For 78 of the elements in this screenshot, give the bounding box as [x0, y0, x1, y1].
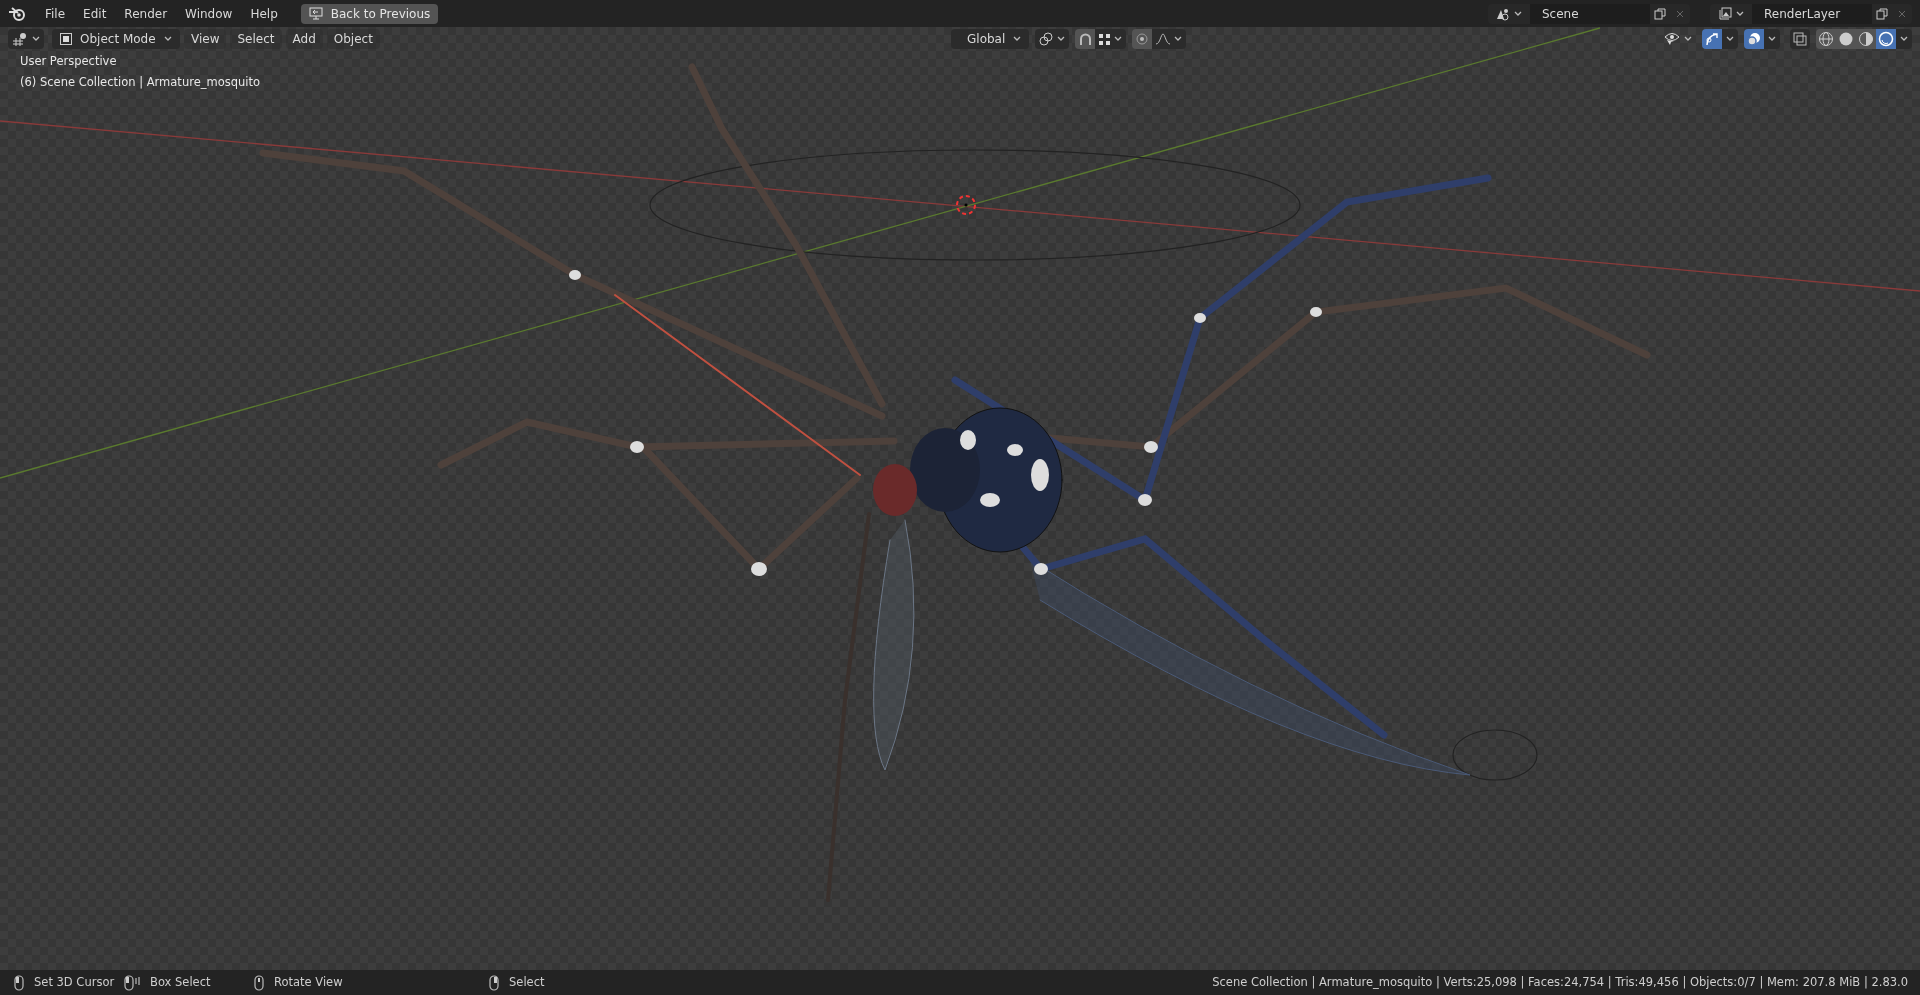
- magnet-icon: [1078, 32, 1092, 46]
- scene-name-field[interactable]: Scene: [1530, 3, 1650, 24]
- eye-icon: [1664, 32, 1680, 46]
- image-stack-icon: [1718, 6, 1732, 21]
- caret-icon: [1900, 36, 1908, 42]
- caret-icon: [1514, 10, 1522, 17]
- caret-icon: [32, 36, 40, 42]
- overlapping-circles-icon: [1747, 32, 1761, 46]
- status-hint-text: Box Select: [150, 973, 211, 991]
- caret-icon: [1057, 36, 1065, 42]
- snap-toggle[interactable]: [1075, 29, 1095, 49]
- viewport-info-text: User Perspective: [20, 53, 117, 70]
- close-icon[interactable]: [1670, 3, 1690, 24]
- overlays-dropdown[interactable]: [1764, 29, 1780, 49]
- close-icon[interactable]: [1892, 3, 1912, 24]
- status-hint-text: Set 3D Cursor: [34, 973, 115, 991]
- mouse-icon: [122, 974, 142, 991]
- back-to-previous-button[interactable]: Back to Previous: [300, 3, 439, 24]
- duplicate-icon[interactable]: [1872, 3, 1892, 24]
- orientation-dropdown[interactable]: Global: [951, 29, 1029, 49]
- viewport-info-text: (6) Scene Collection | Armature_mosquito: [20, 74, 261, 92]
- scene-icon: [1496, 6, 1510, 21]
- shading-mode-button[interactable]: [1856, 29, 1876, 49]
- shading-mode-button[interactable]: [1816, 29, 1836, 49]
- xray-squares-icon: [1793, 32, 1807, 46]
- overlays-toggle[interactable]: [1744, 29, 1764, 49]
- falloff-curve-icon: [1156, 33, 1170, 45]
- editor-type-icon: [12, 32, 28, 46]
- status-hint-text: Rotate View: [274, 973, 343, 991]
- caret-icon: [1736, 10, 1744, 17]
- header-menu-item[interactable]: Add: [285, 29, 323, 49]
- status-hint-text: Select: [509, 973, 545, 991]
- falloff-dropdown[interactable]: [1152, 29, 1186, 49]
- menu-item[interactable]: File: [38, 2, 73, 25]
- shading-sphere-icon: [1818, 31, 1834, 47]
- app-logo-icon[interactable]: [8, 5, 26, 22]
- menu-item[interactable]: Window: [178, 2, 240, 25]
- grid-dots-icon: [1099, 33, 1110, 45]
- proportional-edit-toggle[interactable]: [1132, 29, 1152, 49]
- menu-item[interactable]: Render: [117, 2, 175, 25]
- header-menu-item[interactable]: View: [184, 29, 227, 49]
- 3d-cursor-icon: [955, 194, 977, 216]
- object-mode-icon: [60, 33, 72, 45]
- mouse-icon: [252, 974, 266, 991]
- mouse-icon: [12, 974, 26, 991]
- gizmo-arrow-icon: [1705, 32, 1719, 46]
- menu-item[interactable]: Help: [243, 2, 285, 25]
- caret-icon: [1726, 36, 1734, 42]
- caret-icon: [1013, 36, 1022, 42]
- render-layer-selector[interactable]: [1710, 3, 1752, 24]
- shading-mode-button[interactable]: [1876, 29, 1896, 49]
- editor-type-button[interactable]: [8, 29, 44, 49]
- link-rings-icon: [1039, 32, 1053, 46]
- mouse-icon: [487, 974, 501, 991]
- menu-item[interactable]: Edit: [76, 2, 114, 25]
- header-menu-item[interactable]: Select: [230, 29, 282, 49]
- xray-toggle[interactable]: [1790, 29, 1810, 49]
- viewport[interactable]: Object Mode View Select Add Object Global User Perspective (6) Scene Collection | Armature_mosquito: [0, 27, 1920, 970]
- snap-target-dropdown[interactable]: [1095, 29, 1126, 49]
- caret-icon: [164, 36, 172, 42]
- render-layer-name-field[interactable]: RenderLayer: [1752, 3, 1872, 24]
- scene-selector[interactable]: [1488, 3, 1530, 24]
- header-menu-item[interactable]: Object: [326, 29, 380, 49]
- shading-sphere-icon: [1858, 31, 1874, 47]
- mode-dropdown[interactable]: Object Mode: [52, 29, 180, 49]
- scene-statistics-text: Scene Collection | Armature_mosquito | Verts:25,098 | Faces:24,754 | Tris:49,456 | Objects:0/7 | Mem: 207.8 MiB | 2.83.0: [1212, 973, 1908, 991]
- gizmo-dropdown[interactable]: [1722, 29, 1738, 49]
- shading-dropdown[interactable]: [1896, 29, 1912, 49]
- caret-icon: [1174, 36, 1182, 42]
- duplicate-icon[interactable]: [1650, 3, 1670, 24]
- caret-icon: [1768, 36, 1776, 42]
- target-dot-icon: [1136, 33, 1148, 45]
- gizmo-toggle[interactable]: [1702, 29, 1722, 49]
- caret-icon: [1684, 36, 1692, 42]
- pivot-dropdown[interactable]: [1035, 29, 1069, 49]
- shading-sphere-icon: [1838, 31, 1854, 47]
- shading-sphere-icon: [1878, 31, 1894, 47]
- caret-icon: [1114, 36, 1122, 42]
